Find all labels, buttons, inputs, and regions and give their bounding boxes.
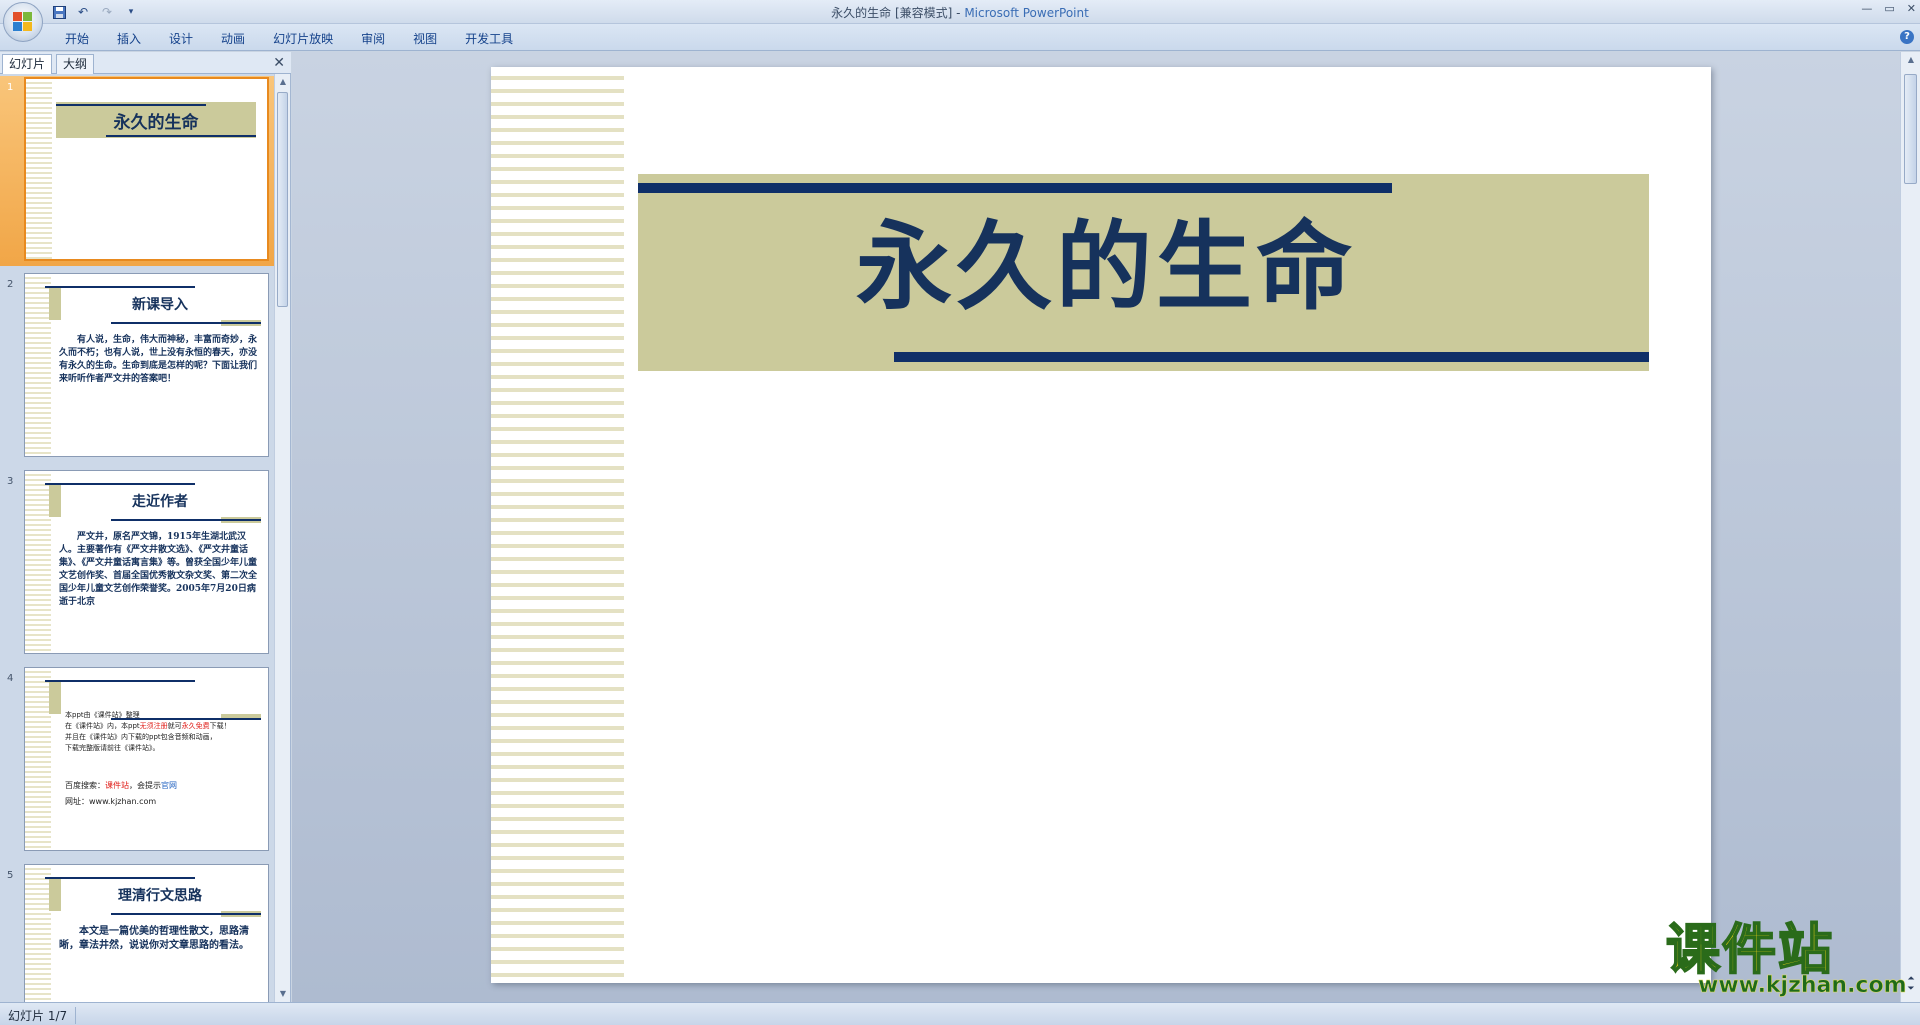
minimize-button[interactable]: —: [1861, 2, 1872, 15]
band-line-top: [638, 183, 1392, 193]
office-logo-icon: [13, 12, 33, 32]
thumbnail-row-3[interactable]: 3 走近作者 严文井，原名严文锦，1915年生湖北武汉人。主要著作有《严文井散文…: [0, 470, 274, 660]
slides-panel: 幻灯片 大纲 ✕ 1 永久的生命 2 新课导入 有人说，生命，伟大而神秘，丰富而…: [0, 52, 291, 1002]
slide-scrollbar[interactable]: ▲ ⏶ ⏷: [1900, 52, 1920, 1002]
scroll-thumb[interactable]: [1904, 74, 1917, 184]
slide-thumbnail-2[interactable]: 新课导入 有人说，生命，伟大而神秘，丰富而奇妙，永久而不朽；也有人说，世上没有永…: [24, 273, 269, 457]
slide-search: 百度搜索：课件站，会提示官网 网址：www.kjzhan.com: [65, 778, 265, 810]
slide-number: 1: [7, 82, 14, 93]
slide-thumbnails: 1 永久的生命 2 新课导入 有人说，生命，伟大而神秘，丰富而奇妙，永久而不朽；…: [0, 76, 274, 1002]
band-line: [111, 322, 261, 324]
stripe-decoration: [26, 79, 52, 259]
close-button[interactable]: ✕: [1907, 2, 1916, 15]
title-band: [49, 483, 61, 517]
title-band: [49, 877, 61, 911]
scroll-down-icon[interactable]: ▼: [278, 989, 288, 999]
office-button[interactable]: [3, 2, 43, 42]
window-controls: — ▭ ✕: [1861, 2, 1916, 15]
slide-title: 永久的生命: [113, 113, 199, 133]
notice-line: 在《课件站》内，本ppt无须注册就可永久免费下载！: [65, 722, 231, 730]
slide-number: 2: [7, 279, 14, 290]
slide-title: 走近作者: [132, 494, 188, 510]
slide-thumbnail-4[interactable]: 本ppt由《课件站》整理 在《课件站》内，本ppt无须注册就可永久免费下载！ 并…: [24, 667, 269, 851]
stripe-decoration: [25, 471, 51, 653]
tab-animations[interactable]: 动画: [207, 30, 259, 48]
thumbnail-row-2[interactable]: 2 新课导入 有人说，生命，伟大而神秘，丰富而奇妙，永久而不朽；也有人说，世上没…: [0, 273, 274, 463]
notice-line: 并且在《课件站》内下载的ppt包含音频和动画，: [65, 733, 217, 741]
band-line-bottom: [894, 352, 1649, 362]
band-line: [45, 680, 195, 682]
url-line: 网址：www.kjzhan.com: [65, 797, 157, 806]
tab-design[interactable]: 设计: [155, 30, 207, 48]
scroll-up-icon[interactable]: ▲: [1906, 55, 1916, 65]
tab-view[interactable]: 视图: [399, 30, 451, 48]
thumbnail-scrollbar[interactable]: ▲ ▼: [274, 74, 290, 1002]
status-bar: 幻灯片 1/7: [0, 1002, 1920, 1025]
current-slide[interactable]: 永久的生命: [491, 67, 1711, 983]
slide-notice: 本ppt由《课件站》整理 在《课件站》内，本ppt无须注册就可永久免费下载！ 并…: [65, 710, 265, 754]
tab-review[interactable]: 审阅: [347, 30, 399, 48]
search-line: 百度搜索：课件站，会提示官网: [65, 781, 177, 790]
slide-canvas: 永久的生命: [292, 52, 1900, 1002]
tab-home[interactable]: 开始: [51, 30, 103, 48]
slide-number: 4: [7, 673, 14, 684]
tab-developer[interactable]: 开发工具: [451, 30, 527, 48]
slide-counter: 幻灯片 1/7: [8, 1007, 77, 1024]
band-line: [45, 483, 195, 485]
ribbon: 开始 插入 设计 动画 幻灯片放映 审阅 视图 开发工具 ?: [0, 24, 1920, 51]
title-band: [49, 286, 61, 320]
help-icon[interactable]: ?: [1900, 30, 1914, 44]
thumbnail-row-4[interactable]: 4 本ppt由《课件站》整理 在《课件站》内，本ppt无须注册就可永久免费下载！…: [0, 667, 274, 857]
stripe-decoration: [25, 865, 51, 1002]
watermark-url: www.kjzhan.com: [1698, 973, 1907, 999]
scroll-thumb[interactable]: [277, 92, 288, 307]
stripe-decoration: [491, 67, 624, 983]
slide-title: 理清行文思路: [118, 888, 202, 904]
slide-thumbnail-3[interactable]: 走近作者 严文井，原名严文锦，1915年生湖北武汉人。主要著作有《严文井散文选》…: [24, 470, 269, 654]
watermark-logo: 课件站 www.kjzhan.com: [1665, 918, 1907, 1000]
window-title: 永久的生命 [兼容模式] - Microsoft PowerPoint: [0, 4, 1920, 21]
title-band: [49, 680, 61, 714]
band-line: [45, 877, 195, 879]
thumbnail-row-1[interactable]: 1 永久的生命: [0, 76, 274, 266]
notice-line: 下载完整版请前往《课件站》。: [65, 744, 160, 752]
document-title: 永久的生命 [兼容模式] -: [831, 6, 965, 20]
slide-thumbnail-1[interactable]: 永久的生命: [24, 77, 269, 261]
stripe-decoration: [25, 668, 51, 850]
scroll-up-icon[interactable]: ▲: [278, 77, 288, 87]
tab-insert[interactable]: 插入: [103, 30, 155, 48]
band-line: [111, 519, 261, 521]
tab-slides[interactable]: 幻灯片: [2, 54, 53, 74]
slide-body: 严文井，原名严文锦，1915年生湖北武汉人。主要著作有《严文井散文选》、《严文井…: [59, 532, 258, 607]
close-icon[interactable]: ✕: [273, 55, 285, 71]
slide-thumbnail-5[interactable]: 理清行文思路 本文是一篇优美的哲理性散文，思路清晰，章法井然，说说你对文章思路的…: [24, 864, 269, 1002]
band-line: [56, 104, 206, 106]
watermark-name: 课件站: [1665, 918, 1834, 981]
thumbnail-row-5[interactable]: 5 理清行文思路 本文是一篇优美的哲理性散文，思路清晰，章法井然，说说你对文章思…: [0, 864, 274, 1002]
band-line: [45, 286, 195, 288]
slide-body: 有人说，生命，伟大而神秘，丰富而奇妙，永久而不朽；也有人说，世上没有永恒的春天，…: [59, 335, 258, 384]
slide-number: 3: [7, 476, 14, 487]
panel-tabs: 幻灯片 大纲 ✕: [0, 52, 291, 74]
band-line: [111, 913, 261, 915]
title-bar: ↶ ↷ ▾ 永久的生命 [兼容模式] - Microsoft PowerPoin…: [0, 0, 1920, 24]
band-line: [106, 135, 256, 137]
maximize-button[interactable]: ▭: [1884, 2, 1894, 15]
slide-title[interactable]: 永久的生命: [781, 207, 1431, 327]
slide-title: 新课导入: [132, 297, 188, 313]
tab-outline[interactable]: 大纲: [56, 54, 95, 74]
notice-line: 本ppt由《课件站》整理: [65, 711, 140, 719]
slide-body: 本文是一篇优美的哲理性散文，思路清晰，章法井然，说说你对文章思路的看法。: [59, 926, 249, 951]
tab-slideshow[interactable]: 幻灯片放映: [259, 30, 347, 48]
stripe-decoration: [25, 274, 51, 456]
slide-number: 5: [7, 870, 14, 881]
app-name: Microsoft PowerPoint: [964, 6, 1089, 20]
ribbon-tabs: 开始 插入 设计 动画 幻灯片放映 审阅 视图 开发工具: [51, 30, 527, 48]
